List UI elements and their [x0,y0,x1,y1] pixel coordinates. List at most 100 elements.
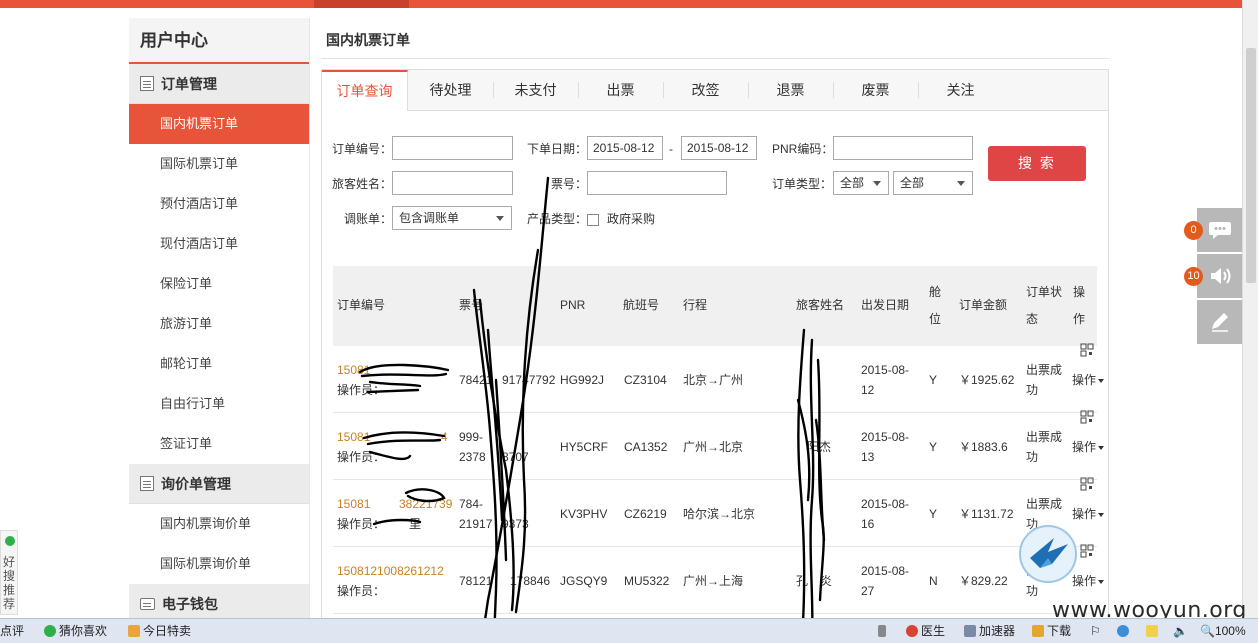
chat-button[interactable] [1197,208,1242,252]
col-cabin-line2: 位 [929,312,942,326]
top-accent-bar-active [314,0,409,8]
note-icon[interactable] [1146,619,1161,643]
scrollbar-thumb[interactable] [1246,48,1256,283]
col-flight-no: 航班号 [623,298,660,312]
feedback-button[interactable] [1197,300,1242,344]
tab-pending[interactable]: 待处理 [408,70,493,110]
product-type-label: 产品类型： [527,212,588,226]
message-count-badge: 0 [1184,221,1203,240]
taskbar-today-deals[interactable]: 今日特卖 [128,619,191,643]
qr-code-icon[interactable] [1080,410,1094,424]
notice-button[interactable] [1197,254,1242,298]
qr-code-icon[interactable] [1080,544,1094,558]
tab-order-query[interactable]: 订单查询 [322,70,408,111]
order-no-link[interactable]: 15081 [337,494,370,514]
order-no-input[interactable] [392,136,513,160]
pnr-value: HG992J [560,373,605,387]
chevron-down-icon [873,181,881,186]
order-type-select-1[interactable]: 全部 [833,171,889,195]
ie-icon[interactable] [1117,619,1132,643]
sidebar-group-wallet[interactable]: 电子钱包 [129,584,309,618]
sidebar-item-travel-orders[interactable]: 旅游订单 [129,304,309,344]
ticket-no: 999- [459,430,484,444]
order-type-label: 订单类型： [772,177,833,191]
itinerary: 广州→上海 [683,574,744,588]
gov-purchase-checkbox[interactable] [587,214,599,226]
order-no-link[interactable]: 1508121008261212 [337,561,444,581]
tab-refund[interactable]: 退票 [748,70,833,110]
haosou-recommend-widget[interactable]: 好搜推荐 [0,530,18,615]
adjust-bill-select-value: 包含调账单 [399,211,460,225]
tab-watch[interactable]: 关注 [918,70,1003,110]
ticket-no-mid: 21917 [459,517,493,531]
taskbar-reviews[interactable]: 点评 [0,619,24,643]
tab-unpaid[interactable]: 未支付 [493,70,578,110]
chat-bubble-icon [1208,222,1231,239]
taskbar-zoom[interactable]: 🔍100% [1200,619,1246,643]
order-date-label: 下单日期： [527,142,588,156]
search-button[interactable]: 搜 索 [988,146,1086,181]
order-amount: ￥1925.62 [959,373,1015,387]
operator-label: 操作员： [337,450,386,464]
tab-rebook[interactable]: 改签 [663,70,748,110]
date-from-input[interactable]: 2015-08-12 [587,136,663,160]
pnr-input[interactable] [833,136,973,160]
page-title: 国内机票订单 [326,32,410,48]
ticket-no-tail: 9373 [502,517,529,531]
order-no-link[interactable]: 15081 [337,360,370,380]
sidebar-item-intl-inquiry[interactable]: 国际机票询价单 [129,544,309,584]
itinerary: 哈尔滨→北京 [683,507,756,521]
ticket-no-tail: 8707 [502,450,529,464]
order-no-tail[interactable]: 38221739 [399,494,452,514]
sidebar-item-intl-flight-orders[interactable]: 国际机票订单 [129,144,309,184]
taskbar-guess-you-like[interactable]: 猜你喜欢 [44,619,107,643]
taskbar-accelerator[interactable]: 加速器 [964,619,1015,643]
green-dot-icon [44,625,56,637]
departure-date: 2015-08- [861,564,910,578]
haosou-recommend-label: 好搜推荐 [3,555,16,611]
action-dropdown[interactable]: 操作 [1072,370,1104,390]
taskbar-download-label: 下载 [1047,624,1072,638]
sidebar-item-domestic-inquiry[interactable]: 国内机票询价单 [129,504,309,544]
sidebar-item-free-travel-orders[interactable]: 自由行订单 [129,384,309,424]
sidebar-item-prepaid-hotel-orders[interactable]: 预付酒店订单 [129,184,309,224]
action-dropdown[interactable]: 操作 [1072,504,1104,524]
order-no-link[interactable]: 15081 [337,427,370,447]
pnr-value: JGSQY9 [560,574,608,588]
col-passenger: 旅客姓名 [796,298,845,312]
taskbar-download[interactable]: 下载 [1032,619,1071,643]
order-amount: ￥1131.72 [959,507,1014,521]
sidebar-item-cruise-orders[interactable]: 邮轮订单 [129,344,309,384]
sidebar-group-inquiry[interactable]: 询价单管理 [129,464,309,504]
col-amount: 订单金额 [959,298,1008,312]
phone-icon[interactable] [878,619,889,643]
order-type-select-2[interactable]: 全部 [893,171,973,195]
qr-code-icon[interactable] [1080,343,1094,357]
action-dropdown[interactable]: 操作 [1072,437,1104,457]
tab-void[interactable]: 废票 [833,70,918,110]
passenger-name-input[interactable] [392,171,513,195]
qr-code-icon[interactable] [1080,477,1094,491]
volume-icon[interactable]: 🔈 [1173,619,1188,643]
order-no-tail[interactable]: 4 [441,427,448,447]
tab-issued[interactable]: 出票 [578,70,663,110]
sidebar-item-insurance-orders[interactable]: 保险订单 [129,264,309,304]
operator-label: 操作员： [337,383,386,397]
page-scrollbar[interactable] [1242,0,1258,618]
doctor-icon [906,625,918,637]
sidebar-item-pay-at-hotel-orders[interactable]: 现付酒店订单 [129,224,309,264]
date-to-input[interactable]: 2015-08-12 [681,136,757,160]
sidebar-group-label: 订单管理 [161,75,217,92]
taskbar-doctor-label: 医生 [921,624,946,638]
ticket-no-input[interactable] [587,171,727,195]
cabin-class: Y [929,373,938,387]
sidebar-item-domestic-flight-orders[interactable]: 国内机票订单 [129,104,309,144]
taskbar-doctor[interactable]: 医生 [906,619,945,643]
sidebar-item-visa-orders[interactable]: 签证订单 [129,424,309,464]
flag-icon[interactable]: ⚐ [1090,619,1101,643]
sidebar-group-orders[interactable]: 订单管理 [129,64,309,104]
chevron-down-icon [496,216,504,221]
adjust-bill-select[interactable]: 包含调账单 [392,206,512,230]
order-status: 出票成 [1026,363,1063,377]
col-ticket-no: 票号 [459,298,484,312]
